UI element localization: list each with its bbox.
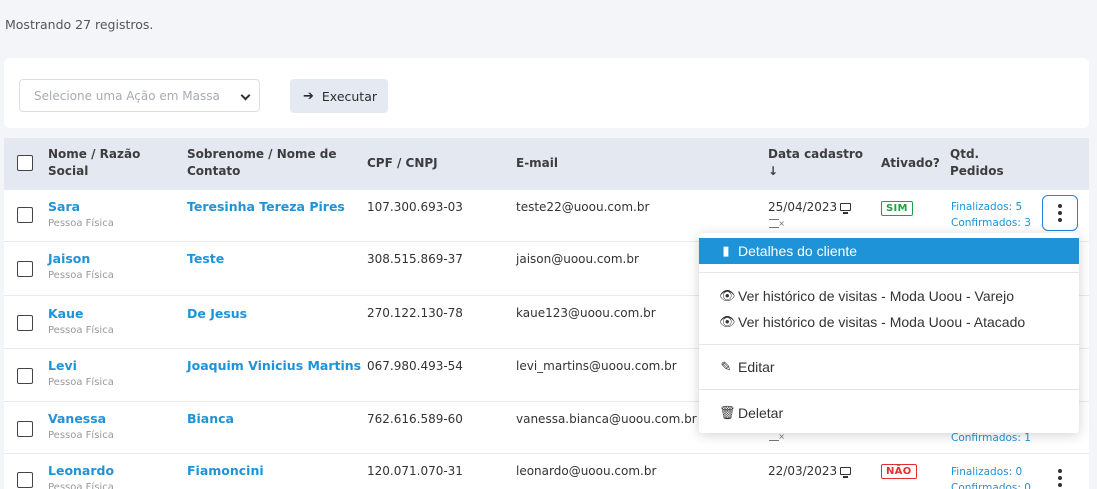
client-name-link[interactable]: Jaison xyxy=(48,251,114,266)
execute-button[interactable]: ➔ Executar xyxy=(290,79,388,113)
row-actions-button[interactable] xyxy=(1042,195,1078,231)
trash-icon: 🗑 xyxy=(719,405,736,420)
mass-action-select[interactable]: Selecione uma Ação em Massa xyxy=(19,79,260,112)
contact-name-link[interactable]: Fiamoncini xyxy=(187,463,264,478)
client-doc: 308.515.869-37 xyxy=(367,252,463,266)
status-badge: SIM xyxy=(881,201,913,216)
row-actions-menu: ▮ Detalhes do cliente 👁 Ver histórico de… xyxy=(699,233,1079,433)
row-checkbox[interactable] xyxy=(17,261,33,277)
mobile-off-icon xyxy=(769,219,785,228)
contact-name-link[interactable]: Teresinha Tereza Pires xyxy=(187,199,345,214)
menu-item-client-details[interactable]: ▮ Detalhes do cliente xyxy=(699,238,1079,264)
mass-action-placeholder: Selecione uma Ação em Massa xyxy=(34,89,220,103)
mobile-off-icon xyxy=(769,432,785,441)
client-email: levi_martins@uoou.com.br xyxy=(516,359,677,373)
client-doc: 107.300.693-03 xyxy=(367,200,463,214)
client-name-link[interactable]: Sara xyxy=(48,199,114,214)
client-name-link[interactable]: Vanessa xyxy=(48,411,114,426)
chevron-down-icon xyxy=(240,90,251,101)
client-email: kaue123@uoou.com.br xyxy=(516,306,656,320)
arrow-right-icon: ➔ xyxy=(303,88,314,104)
client-name-link[interactable]: Leonardo xyxy=(48,463,114,478)
client-email: teste22@uoou.com.br xyxy=(516,200,650,214)
menu-item-visits-retail[interactable]: 👁 Ver histórico de visitas - Moda Uoou -… xyxy=(699,283,1079,309)
row-checkbox[interactable] xyxy=(17,368,33,384)
records-count: Mostrando 27 registros. xyxy=(5,17,154,32)
sort-arrow-icon: ↓ xyxy=(768,164,779,178)
header-orders[interactable]: Qtd. Pedidos xyxy=(950,146,1010,180)
menu-item-label: Deletar xyxy=(738,405,784,421)
orders-confirmed-link[interactable]: Confirmados: 3 xyxy=(951,215,1031,231)
row-checkbox[interactable] xyxy=(17,472,33,488)
client-email: jaison@uoou.com.br xyxy=(516,252,639,266)
menu-divider xyxy=(699,344,1079,345)
kebab-icon-dot xyxy=(1058,211,1062,215)
kebab-icon-dot xyxy=(1058,469,1062,473)
menu-item-edit[interactable]: ✎ Editar xyxy=(699,354,1079,380)
row-checkbox[interactable] xyxy=(17,207,33,223)
menu-divider xyxy=(699,389,1079,390)
eye-icon: 👁 xyxy=(719,288,736,303)
kebab-icon-dot xyxy=(1058,483,1062,487)
client-name-link[interactable]: Levi xyxy=(48,358,114,373)
eye-icon: 👁 xyxy=(719,314,736,329)
register-date: 25/04/2023 xyxy=(768,200,838,214)
orders-finalized-link[interactable]: Finalizados: 5 xyxy=(951,199,1031,215)
header-date[interactable]: Data cadastro ↓ xyxy=(768,146,863,180)
row-actions-button[interactable] xyxy=(1042,460,1078,489)
menu-item-label: Ver histórico de visitas - Moda Uoou - A… xyxy=(738,314,1026,330)
monitor-icon xyxy=(840,466,852,478)
row-checkbox[interactable] xyxy=(17,315,33,331)
header-active[interactable]: Ativado? xyxy=(881,155,940,172)
menu-item-label: Editar xyxy=(738,359,775,375)
kebab-icon-dot xyxy=(1058,218,1062,222)
header-email[interactable]: E-mail xyxy=(516,155,558,172)
contact-name-link[interactable]: Bianca xyxy=(187,411,234,426)
client-type: Pessoa Física xyxy=(48,482,114,489)
client-doc: 762.616.589-60 xyxy=(367,412,463,426)
menu-item-visits-wholesale[interactable]: 👁 Ver histórico de visitas - Moda Uoou -… xyxy=(699,309,1079,335)
header-date-label: Data cadastro xyxy=(768,147,864,161)
status-badge: NÃO xyxy=(881,464,917,479)
table-row: Leonardo Pessoa Física Fiamoncini 120.07… xyxy=(4,453,1089,489)
menu-item-delete[interactable]: 🗑 Deletar xyxy=(699,400,1079,426)
register-date: 22/03/2023 xyxy=(768,464,838,478)
mass-action-panel: Selecione uma Ação em Massa ➔ Executar xyxy=(4,58,1089,128)
clipboard-icon: ▮ xyxy=(722,243,730,258)
client-email: leonardo@uoou.com.br xyxy=(516,464,657,478)
header-name[interactable]: Nome / Razão Social xyxy=(48,146,158,180)
monitor-icon xyxy=(840,202,852,214)
contact-name-link[interactable]: Joaquim Vinicius Martins xyxy=(187,358,361,373)
kebab-icon-dot xyxy=(1058,476,1062,480)
client-type: Pessoa Física xyxy=(48,430,114,441)
kebab-icon-dot xyxy=(1058,204,1062,208)
contact-name-link[interactable]: De Jesus xyxy=(187,306,247,321)
menu-divider xyxy=(699,272,1079,273)
execute-label: Executar xyxy=(321,88,378,104)
contact-name-link[interactable]: Teste xyxy=(187,251,224,266)
select-all-checkbox[interactable] xyxy=(17,155,33,171)
pencil-icon: ✎ xyxy=(720,359,732,374)
client-type: Pessoa Física xyxy=(48,325,114,336)
menu-item-label: Ver histórico de visitas - Moda Uoou - V… xyxy=(738,288,1014,304)
table-header: Nome / Razão Social Sobrenome / Nome de … xyxy=(4,138,1089,189)
header-doc[interactable]: CPF / CNPJ xyxy=(367,155,438,172)
client-doc: 067.980.493-54 xyxy=(367,359,463,373)
header-contact[interactable]: Sobrenome / Nome de Contato xyxy=(187,146,347,180)
row-checkbox[interactable] xyxy=(17,421,33,437)
client-type: Pessoa Física xyxy=(48,270,114,281)
client-doc: 120.071.070-31 xyxy=(367,464,463,478)
client-email: vanessa.bianca@uoou.com.br xyxy=(516,412,697,426)
orders-finalized-link[interactable]: Finalizados: 0 xyxy=(951,464,1031,480)
client-type: Pessoa Física xyxy=(48,218,114,229)
menu-item-label: Detalhes do cliente xyxy=(738,243,858,259)
client-doc: 270.122.130-78 xyxy=(367,306,463,320)
client-name-link[interactable]: Kaue xyxy=(48,306,114,321)
orders-confirmed-link[interactable]: Confirmados: 0 xyxy=(951,480,1031,489)
client-type: Pessoa Física xyxy=(48,377,114,388)
